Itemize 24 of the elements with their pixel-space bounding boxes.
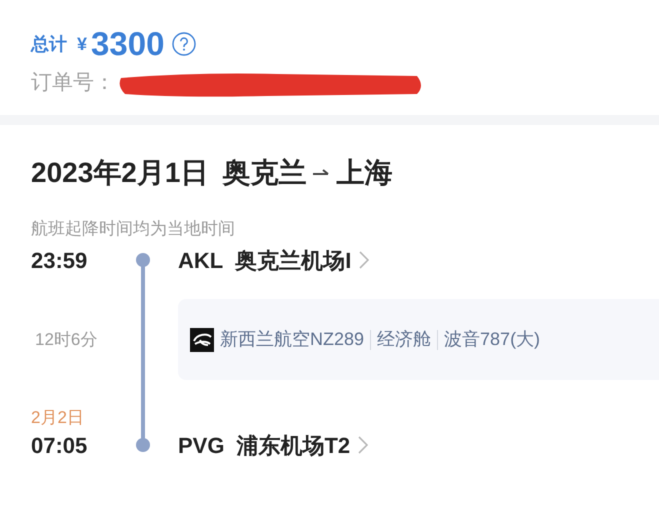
aircraft-type: 波音787(大): [444, 328, 540, 351]
flight-duration: 12时6分: [35, 328, 98, 351]
chevron-right-icon: [358, 436, 368, 454]
arrival-date: 2月2日: [31, 406, 84, 428]
local-time-note: 航班起降时间均为当地时间: [31, 218, 236, 240]
departure-time: 23:59: [31, 246, 88, 274]
departure-airport-code[interactable]: AKL: [178, 244, 224, 276]
help-icon[interactable]: [172, 32, 196, 56]
destination-city: 上海: [336, 156, 392, 190]
trip-date: 2023年2月1日: [31, 156, 208, 190]
arrival-airport[interactable]: 浦东机场T2: [236, 428, 350, 462]
total-amount: 3300: [91, 24, 164, 64]
arrow-icon: [312, 168, 330, 178]
arrival-airport-code[interactable]: PVG: [178, 428, 224, 462]
airline-flight-number: 新西兰航空NZ289: [220, 328, 364, 351]
chevron-right-icon: [359, 251, 370, 269]
departure-airport[interactable]: 奥克兰机场I: [235, 244, 352, 276]
order-number-label: 订单号：: [31, 70, 115, 96]
origin-city: 奥克兰: [222, 156, 306, 190]
cabin-class: 经济舱: [377, 328, 432, 351]
airline-logo-icon: [190, 328, 214, 352]
total-label: 总计: [31, 32, 67, 56]
arrival-time: 07:05: [31, 432, 88, 460]
currency-symbol: ¥: [77, 32, 88, 56]
